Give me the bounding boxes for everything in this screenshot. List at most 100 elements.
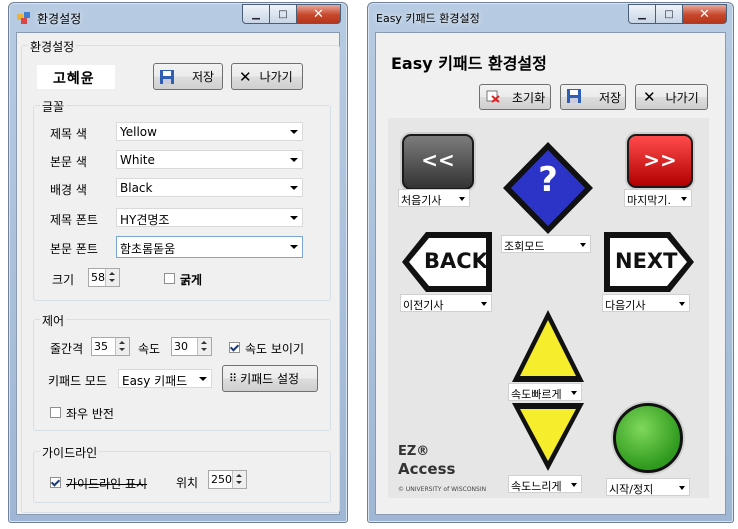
settings-group-label: 환경설정 bbox=[28, 38, 77, 55]
spinner-arrows[interactable] bbox=[232, 471, 246, 488]
bold-checkbox[interactable] bbox=[164, 273, 175, 284]
chevron-down-icon bbox=[679, 302, 685, 306]
bg-color-value: Black bbox=[120, 181, 153, 195]
title-font-label: 제목 폰트 bbox=[50, 213, 98, 227]
back-action-select[interactable]: 이전기사 bbox=[400, 294, 492, 312]
size-label: 크기 bbox=[52, 273, 75, 287]
maximize-icon: □ bbox=[664, 8, 674, 20]
spinner-arrows[interactable] bbox=[105, 269, 119, 286]
show-speed-label: 속도 보이기 bbox=[245, 342, 305, 356]
control-group-label: 제어 bbox=[40, 312, 67, 329]
bg-color-label: 배경 색 bbox=[50, 183, 87, 197]
speed-down-select[interactable]: 속도느리게 bbox=[508, 475, 582, 493]
bold-label: 굵게 bbox=[180, 273, 203, 287]
chevron-down-icon bbox=[290, 186, 298, 190]
prev-key[interactable]: << bbox=[402, 134, 474, 190]
close-x-icon: ✕ bbox=[239, 67, 252, 86]
save-button[interactable]: 저장 bbox=[153, 63, 223, 90]
title-color-value: Yellow bbox=[120, 125, 157, 139]
chevron-down-icon bbox=[290, 245, 298, 249]
first-action-select[interactable]: 처음기사 bbox=[398, 189, 470, 207]
chevron-down-icon bbox=[290, 130, 298, 134]
line-spacing-value: 35 bbox=[94, 340, 108, 353]
body-color-select[interactable]: White bbox=[116, 150, 303, 169]
close-button[interactable]: ✕ bbox=[682, 4, 727, 24]
maximize-icon: □ bbox=[278, 8, 288, 20]
title-font-value: HY견명조 bbox=[120, 213, 170, 227]
help-mode-select[interactable]: 조회모드 bbox=[501, 235, 591, 253]
start-stop-select[interactable]: 시작/정지 bbox=[606, 478, 690, 496]
floppy-icon bbox=[567, 88, 581, 106]
speed-down-value: 속도느리게 bbox=[511, 480, 562, 493]
close-icon: ✕ bbox=[699, 6, 710, 22]
save-button[interactable]: 저장 bbox=[560, 84, 626, 110]
title-font-select[interactable]: HY견명조 bbox=[116, 208, 303, 227]
spinner-arrows[interactable] bbox=[115, 338, 129, 355]
minimize-button[interactable]: ▁ bbox=[628, 4, 656, 24]
exit-button[interactable]: ✕ 나가기 bbox=[231, 63, 303, 90]
next-key-label: >> bbox=[643, 148, 677, 172]
start-stop-key[interactable] bbox=[613, 403, 683, 473]
body-color-label: 본문 색 bbox=[50, 155, 87, 169]
back-action-value: 이전기사 bbox=[403, 299, 444, 312]
save-label: 저장 bbox=[192, 70, 215, 84]
maximize-button[interactable]: □ bbox=[269, 4, 297, 24]
chevron-down-icon bbox=[580, 243, 586, 247]
reset-button[interactable]: 초기화 bbox=[479, 84, 551, 110]
exit-label: 나가기 bbox=[665, 90, 699, 105]
last-action-select[interactable]: 마지막기. bbox=[624, 189, 692, 207]
title-color-label: 제목 색 bbox=[50, 127, 87, 141]
keypad-mode-select[interactable]: Easy 키패드 bbox=[118, 369, 212, 388]
mirror-checkbox[interactable] bbox=[50, 407, 61, 418]
close-icon: ✕ bbox=[313, 6, 324, 22]
line-spacing-spinner[interactable]: 35 bbox=[91, 337, 130, 356]
minimize-icon: ▁ bbox=[638, 8, 646, 20]
speed-value: 30 bbox=[174, 340, 188, 353]
guide-group-label: 가이드라인 bbox=[40, 444, 100, 461]
line-spacing-label: 줄간격 bbox=[50, 342, 84, 356]
help-key-label: ? bbox=[538, 160, 558, 200]
chevron-down-icon bbox=[571, 483, 577, 487]
body-font-select[interactable]: 함초롬돋움 bbox=[116, 236, 303, 258]
speed-down-key[interactable] bbox=[510, 401, 586, 473]
body-font-label: 본문 폰트 bbox=[50, 242, 98, 256]
exit-button[interactable]: ✕ 나가기 bbox=[635, 84, 708, 110]
start-stop-value: 시작/정지 bbox=[609, 483, 654, 496]
next-key[interactable]: >> bbox=[627, 134, 693, 188]
minimize-button[interactable]: ▁ bbox=[242, 4, 270, 24]
chevron-down-icon bbox=[290, 216, 298, 220]
spinner-arrows[interactable] bbox=[197, 338, 211, 355]
chevron-down-icon bbox=[290, 158, 298, 162]
chevron-down-icon bbox=[681, 197, 687, 201]
speed-up-select[interactable]: 속도빠르게 bbox=[508, 383, 582, 401]
forward-key-label: NEXT bbox=[615, 249, 678, 273]
app-icon bbox=[17, 12, 31, 24]
close-x-icon: ✕ bbox=[643, 88, 656, 106]
exit-label: 나가기 bbox=[259, 70, 293, 84]
speed-spinner[interactable]: 30 bbox=[171, 337, 212, 356]
position-label: 위치 bbox=[176, 476, 199, 490]
eraser-icon bbox=[486, 89, 500, 106]
size-spinner[interactable]: 58 bbox=[88, 268, 120, 287]
position-spinner[interactable]: 250 bbox=[208, 470, 247, 489]
user-name: 고혜윤 bbox=[53, 71, 95, 87]
window-title: Easy 키패드 환경설정 bbox=[376, 12, 480, 25]
mirror-label: 좌우 반전 bbox=[66, 407, 114, 421]
speed-label: 속도 bbox=[138, 342, 161, 356]
speed-up-key[interactable] bbox=[510, 308, 586, 384]
title-color-select[interactable]: Yellow bbox=[116, 122, 303, 141]
bg-color-select[interactable]: Black bbox=[116, 178, 303, 197]
back-key-label: BACK bbox=[424, 249, 488, 273]
forward-action-select[interactable]: 다음기사 bbox=[602, 294, 690, 312]
show-guide-checkbox[interactable] bbox=[50, 477, 61, 488]
brand-name: Access bbox=[398, 460, 456, 478]
close-button[interactable]: ✕ bbox=[296, 4, 341, 24]
last-action-value: 마지막기. bbox=[627, 194, 671, 207]
help-mode-value: 조회모드 bbox=[504, 240, 545, 253]
forward-action-value: 다음기사 bbox=[605, 299, 646, 312]
keypad-settings-button[interactable]: ⠿ 키패드 설정 bbox=[222, 365, 318, 392]
title-bar[interactable]: 환경설정 ▁ □ ✕ bbox=[9, 3, 347, 31]
title-bar[interactable]: Easy 키패드 환경설정 ▁ □ ✕ bbox=[368, 3, 733, 31]
show-speed-checkbox[interactable] bbox=[229, 342, 240, 353]
maximize-button[interactable]: □ bbox=[655, 4, 683, 24]
